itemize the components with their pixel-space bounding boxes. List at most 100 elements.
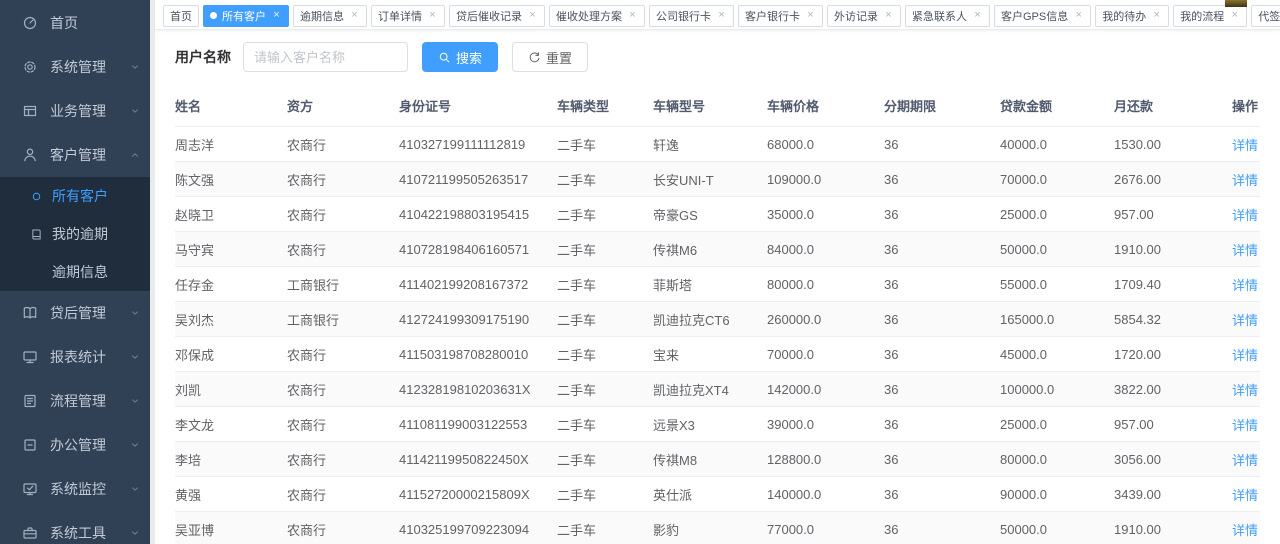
table-cell: 1720.00 — [1114, 337, 1232, 372]
tab-label: 我的流程 — [1180, 8, 1224, 24]
table-cell: 165000.0 — [1000, 302, 1114, 337]
sidebar-item[interactable]: 系统工具 — [0, 511, 150, 544]
sidebar-item[interactable]: 业务管理 — [0, 89, 150, 133]
table-cell: 农商行 — [287, 512, 399, 544]
table-row: 刘凯农商行41232819810203631X二手车凯迪拉克XT4142000.… — [175, 372, 1260, 407]
sidebar-item[interactable]: 报表统计 — [0, 335, 150, 379]
table-cell: 957.00 — [1114, 407, 1232, 442]
detail-link[interactable]: 详情 — [1232, 278, 1258, 293]
table-cell: 36 — [884, 267, 1000, 302]
sidebar-item[interactable]: 客户管理 — [0, 133, 150, 177]
tab[interactable]: 所有客户× — [203, 5, 289, 27]
close-icon[interactable]: × — [972, 10, 983, 21]
submenu-item[interactable]: 所有客户 — [0, 177, 150, 215]
edit-icon — [22, 393, 38, 409]
close-icon[interactable]: × — [627, 10, 638, 21]
table-cell: 二手车 — [557, 302, 653, 337]
tab[interactable]: 逾期信息× — [293, 5, 367, 27]
detail-link[interactable]: 详情 — [1232, 418, 1258, 433]
table-cell: 李文龙 — [175, 407, 287, 442]
table-cell: 二手车 — [557, 162, 653, 197]
sidebar-item[interactable]: 流程管理 — [0, 379, 150, 423]
table-cell: 马守宾 — [175, 232, 287, 267]
table-cell: 二手车 — [557, 512, 653, 544]
table-cell: 128800.0 — [767, 442, 884, 477]
content-panel: 用户名称 搜索 重置 姓名资方身份证号车辆类型车辆型号车辆价格分期期限贷款金额月… — [155, 30, 1280, 544]
table-cell: 410721199505263517 — [399, 162, 557, 197]
column-header: 车辆价格 — [767, 84, 884, 127]
tab[interactable]: 催收处理方案 × — [549, 5, 645, 27]
sidebar: 首页系统管理业务管理客户管理所有客户我的逾期逾期信息贷后管理报表统计流程管理办公… — [0, 0, 150, 544]
tab[interactable]: 我的流程 × — [1173, 5, 1247, 27]
table-cell: 1709.40 — [1114, 267, 1232, 302]
sidebar-item[interactable]: 办公管理 — [0, 423, 150, 467]
tab[interactable]: 客户银行卡× — [738, 5, 823, 27]
table-cell: 36 — [884, 197, 1000, 232]
column-header: 身份证号 — [399, 84, 557, 127]
action-cell: 详情 — [1232, 442, 1260, 477]
close-icon[interactable]: × — [716, 10, 727, 21]
close-icon[interactable]: × — [349, 10, 360, 21]
sidebar-item[interactable]: 贷后管理 — [0, 291, 150, 335]
table-cell: 轩逸 — [653, 127, 767, 162]
detail-link[interactable]: 详情 — [1232, 523, 1258, 538]
detail-link[interactable]: 详情 — [1232, 313, 1258, 328]
search-input[interactable] — [243, 42, 408, 72]
search-button[interactable]: 搜索 — [422, 42, 498, 72]
table-cell: 二手车 — [557, 372, 653, 407]
search-label: 用户名称 — [175, 47, 231, 67]
table-cell: 3056.00 — [1114, 442, 1232, 477]
table-cell: 36 — [884, 372, 1000, 407]
table-cell: 1530.00 — [1114, 127, 1232, 162]
detail-link[interactable]: 详情 — [1232, 453, 1258, 468]
sidebar-item[interactable]: 系统管理 — [0, 45, 150, 89]
tab[interactable]: 紧急联系人× — [905, 5, 990, 27]
close-icon[interactable]: × — [1229, 10, 1240, 21]
tab[interactable]: 我的待办 × — [1095, 5, 1169, 27]
table-row: 李培农商行41142119950822450X二手车传祺M8128800.036… — [175, 442, 1260, 477]
tab-label: 催收处理方案 — [556, 8, 622, 24]
close-icon[interactable]: × — [427, 10, 438, 21]
tab-label: 订单详情 — [378, 8, 422, 24]
tab-bar: 首页所有客户×逾期信息×订单详情×贷后催收记录×催收处理方案×公司银行卡×客户银… — [155, 0, 1280, 30]
close-icon[interactable]: × — [883, 10, 894, 21]
detail-link[interactable]: 详情 — [1232, 488, 1258, 503]
close-icon[interactable]: × — [805, 10, 816, 21]
close-icon[interactable]: × — [271, 10, 282, 21]
table-cell: 二手车 — [557, 197, 653, 232]
detail-link[interactable]: 详情 — [1232, 383, 1258, 398]
tab[interactable]: 外访记录× — [827, 5, 901, 27]
table-cell: 41232819810203631X — [399, 372, 557, 407]
tab[interactable]: 客户GPS信息× — [994, 5, 1091, 27]
detail-link[interactable]: 详情 — [1232, 208, 1258, 223]
close-icon[interactable]: × — [1073, 10, 1084, 21]
tab[interactable]: 首页 — [163, 5, 199, 27]
submenu-item[interactable]: 逾期信息 — [0, 253, 150, 291]
close-icon[interactable]: × — [1151, 10, 1162, 21]
open-book-icon — [22, 305, 38, 321]
tab[interactable]: 公司银行卡× — [649, 5, 734, 27]
table-cell: 80000.0 — [767, 267, 884, 302]
table-cell: 142000.0 — [767, 372, 884, 407]
tab-label: 我的待办 — [1102, 8, 1146, 24]
detail-link[interactable]: 详情 — [1232, 173, 1258, 188]
sidebar-item[interactable]: 首页 — [0, 1, 150, 45]
table-header-row: 姓名资方身份证号车辆类型车辆型号车辆价格分期期限贷款金额月还款操作 — [175, 84, 1260, 127]
table-row: 吴亚博农商行410325199709223094二手车影豹77000.03650… — [175, 512, 1260, 544]
tab-label: 代签任务 — [1258, 8, 1280, 24]
tab[interactable]: 订单详情 × — [371, 5, 445, 27]
submenu-item[interactable]: 我的逾期 — [0, 215, 150, 253]
column-header: 资方 — [287, 84, 399, 127]
table-cell: 410422198803195415 — [399, 197, 557, 232]
detail-link[interactable]: 详情 — [1232, 348, 1258, 363]
chevron-down-icon — [130, 440, 140, 450]
table-cell: 36 — [884, 127, 1000, 162]
sidebar-item[interactable]: 系统监控 — [0, 467, 150, 511]
tab[interactable]: 贷后催收记录× — [449, 5, 545, 27]
detail-link[interactable]: 详情 — [1232, 243, 1258, 258]
tab[interactable]: 代签任务× — [1251, 5, 1280, 27]
reset-button[interactable]: 重置 — [512, 42, 588, 72]
close-icon[interactable]: × — [527, 10, 538, 21]
detail-link[interactable]: 详情 — [1232, 138, 1258, 153]
table-cell: 36 — [884, 407, 1000, 442]
